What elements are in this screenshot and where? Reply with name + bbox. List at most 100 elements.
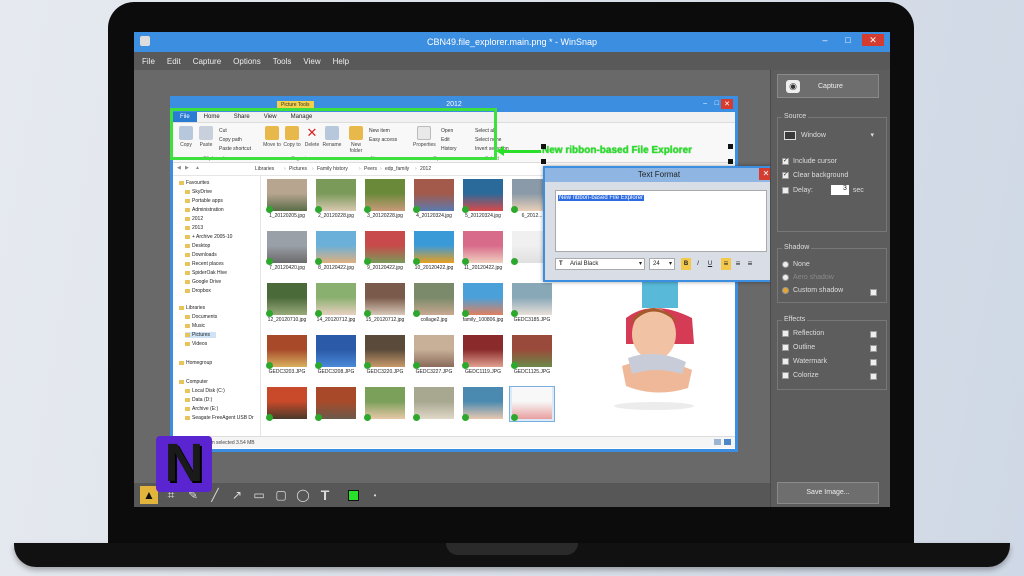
nav-item[interactable]: SpiderOak Hive [185, 270, 227, 276]
menu-tools[interactable]: Tools [265, 52, 296, 66]
color-picker-icon[interactable] [344, 486, 362, 504]
shadow-aero-option[interactable]: Aero shadow [782, 274, 834, 281]
file-thumbnail[interactable]: 10_20120422.jpg [412, 231, 456, 271]
file-thumbnail[interactable]: GEDC1125.JPG [510, 335, 554, 375]
up-arrow-icon[interactable]: ▲ [195, 165, 200, 171]
file-thumbnail[interactable]: 4_20120324.jpg [412, 179, 456, 219]
file-thumbnail[interactable]: 5_20120324.jpg [461, 179, 505, 219]
nav-item[interactable]: Portable apps [185, 198, 223, 204]
effect-watermark-option[interactable]: Watermark [782, 358, 827, 365]
explorer-close-button[interactable]: ✕ [721, 99, 733, 109]
nav-item[interactable]: Computer [179, 379, 208, 385]
menu-capture[interactable]: Capture [185, 52, 225, 66]
file-thumbnail[interactable] [265, 387, 309, 421]
save-image-button[interactable]: Save Image... [777, 482, 879, 504]
explorer-maximize-button[interactable]: □ [715, 100, 719, 107]
crumb-peers[interactable]: Peers [364, 166, 377, 172]
nav-item[interactable]: Local Disk (C:) [185, 388, 225, 394]
align-center-button[interactable]: ≡ [733, 258, 743, 270]
align-left-button[interactable]: ≡ [721, 258, 731, 270]
menu-options[interactable]: Options [225, 52, 265, 66]
file-thumbnail[interactable]: GEDC3185.JPG [510, 283, 554, 323]
crumb-edp-family[interactable]: edp_family [385, 166, 409, 172]
nav-item[interactable]: Dropbox [185, 288, 211, 294]
crumb-2012[interactable]: 2012 [420, 166, 431, 172]
file-thumbnail[interactable] [461, 387, 505, 421]
crumb-libraries[interactable]: Libraries [255, 166, 274, 172]
underline-button[interactable]: U [705, 258, 715, 270]
file-thumbnail[interactable]: 1_20120205.jpg [265, 179, 309, 219]
annotation-arrow[interactable] [501, 150, 541, 153]
effect-outline-option[interactable]: Outline [782, 344, 815, 351]
back-arrow-icon[interactable]: ◀ [177, 165, 181, 171]
file-thumbnail[interactable] [509, 386, 555, 422]
nav-item[interactable]: + Archive 2005-10 [185, 234, 232, 240]
italic-button[interactable]: I [693, 258, 703, 270]
nav-item[interactable]: Pictures [185, 332, 217, 338]
nav-item[interactable]: Data (D:) [185, 397, 212, 403]
crumb-family-history[interactable]: Family history [317, 166, 348, 172]
nav-item[interactable]: Homegroup [179, 360, 212, 366]
file-thumbnail[interactable]: collage2.jpg [412, 283, 456, 323]
file-thumbnail[interactable]: 7_20120420.jpg [265, 231, 309, 271]
delay-option[interactable]: Delay: 3 sec [782, 185, 864, 195]
file-thumbnail[interactable]: 8_20120422.jpg [314, 231, 358, 271]
effect-reflection-option[interactable]: Reflection [782, 330, 824, 337]
nav-item[interactable]: Google Drive [185, 279, 221, 285]
font-select[interactable]: T Arial Black ▾ [555, 258, 645, 270]
file-thumbnail[interactable] [314, 387, 358, 421]
maximize-button[interactable]: □ [837, 34, 859, 46]
nav-item[interactable]: Desktop [185, 243, 210, 249]
file-thumbnail[interactable] [363, 387, 407, 421]
menu-help[interactable]: Help [325, 52, 353, 66]
file-thumbnail[interactable]: GEDC1119.JPG [461, 335, 505, 375]
close-button[interactable]: ✕ [862, 34, 884, 46]
menu-file[interactable]: File [134, 52, 159, 66]
file-thumbnail[interactable]: 12_20120710.jpg [265, 283, 309, 323]
capture-button[interactable]: ◉ Capture [777, 74, 879, 98]
rectangle-tool-icon[interactable]: ▭ [250, 486, 268, 504]
nav-item[interactable]: Favourites [179, 180, 209, 186]
resize-handle[interactable] [541, 144, 546, 149]
shadow-settings-button[interactable] [870, 289, 877, 296]
crumb-pictures[interactable]: Pictures [289, 166, 307, 172]
nav-item[interactable]: Videos [185, 341, 207, 347]
file-thumbnail[interactable]: GEDC3203.JPG [265, 335, 309, 375]
line-width-icon[interactable]: • [366, 486, 384, 504]
font-size-select[interactable]: 24 ▾ [649, 258, 675, 270]
text-tool-icon[interactable]: T [316, 486, 334, 504]
nav-item[interactable]: Archive (E:) [185, 406, 218, 412]
minimize-button[interactable]: – [814, 34, 836, 46]
forward-arrow-icon[interactable]: ▶ [185, 165, 189, 171]
text-input-area[interactable]: New ribbon-based File Explorer [555, 190, 767, 252]
nav-item[interactable]: Administration [185, 207, 224, 213]
file-thumbnail[interactable]: GEDC3227.JPG [412, 335, 456, 375]
nav-item[interactable]: Downloads [185, 252, 217, 258]
file-thumbnail[interactable]: 14_20120712.jpg [314, 283, 358, 323]
annotation-text[interactable]: New ribbon-based File Explorer [542, 145, 692, 156]
outline-settings-button[interactable] [870, 345, 877, 352]
capture-mode-select[interactable]: Window ▾ [784, 128, 874, 142]
file-thumbnail[interactable]: family_100806.jpg [461, 283, 505, 323]
explorer-minimize-button[interactable]: – [703, 100, 707, 107]
nav-item[interactable]: Seagate FreeAgent USB Dr [185, 415, 254, 421]
align-right-button[interactable]: ≡ [745, 258, 755, 270]
file-thumbnail[interactable]: 11_20120422.jpg [461, 231, 505, 271]
file-thumbnail[interactable]: 3_20120228.jpg [363, 179, 407, 219]
clear-background-option[interactable]: ✓ Clear background [782, 172, 848, 179]
bold-button[interactable]: B [681, 258, 691, 270]
file-thumbnail[interactable]: GEDC3208.JPG [314, 335, 358, 375]
thumbnail-view-icon[interactable] [724, 439, 731, 445]
menu-view[interactable]: View [295, 52, 324, 66]
file-thumbnail[interactable] [412, 387, 456, 421]
file-thumbnail[interactable]: GEDC3220.JPG [363, 335, 407, 375]
rounded-rectangle-tool-icon[interactable]: ▢ [272, 486, 290, 504]
nav-item[interactable]: Libraries [179, 305, 205, 311]
resize-handle[interactable] [728, 159, 733, 164]
nav-item[interactable]: 2013 [185, 225, 203, 231]
file-thumbnail[interactable]: 15_20120712.jpg [363, 283, 407, 323]
details-view-icon[interactable] [714, 439, 721, 445]
nav-item[interactable]: Music [185, 323, 205, 329]
nav-item[interactable]: 2012 [185, 216, 203, 222]
highlight-rectangle[interactable] [170, 108, 497, 160]
